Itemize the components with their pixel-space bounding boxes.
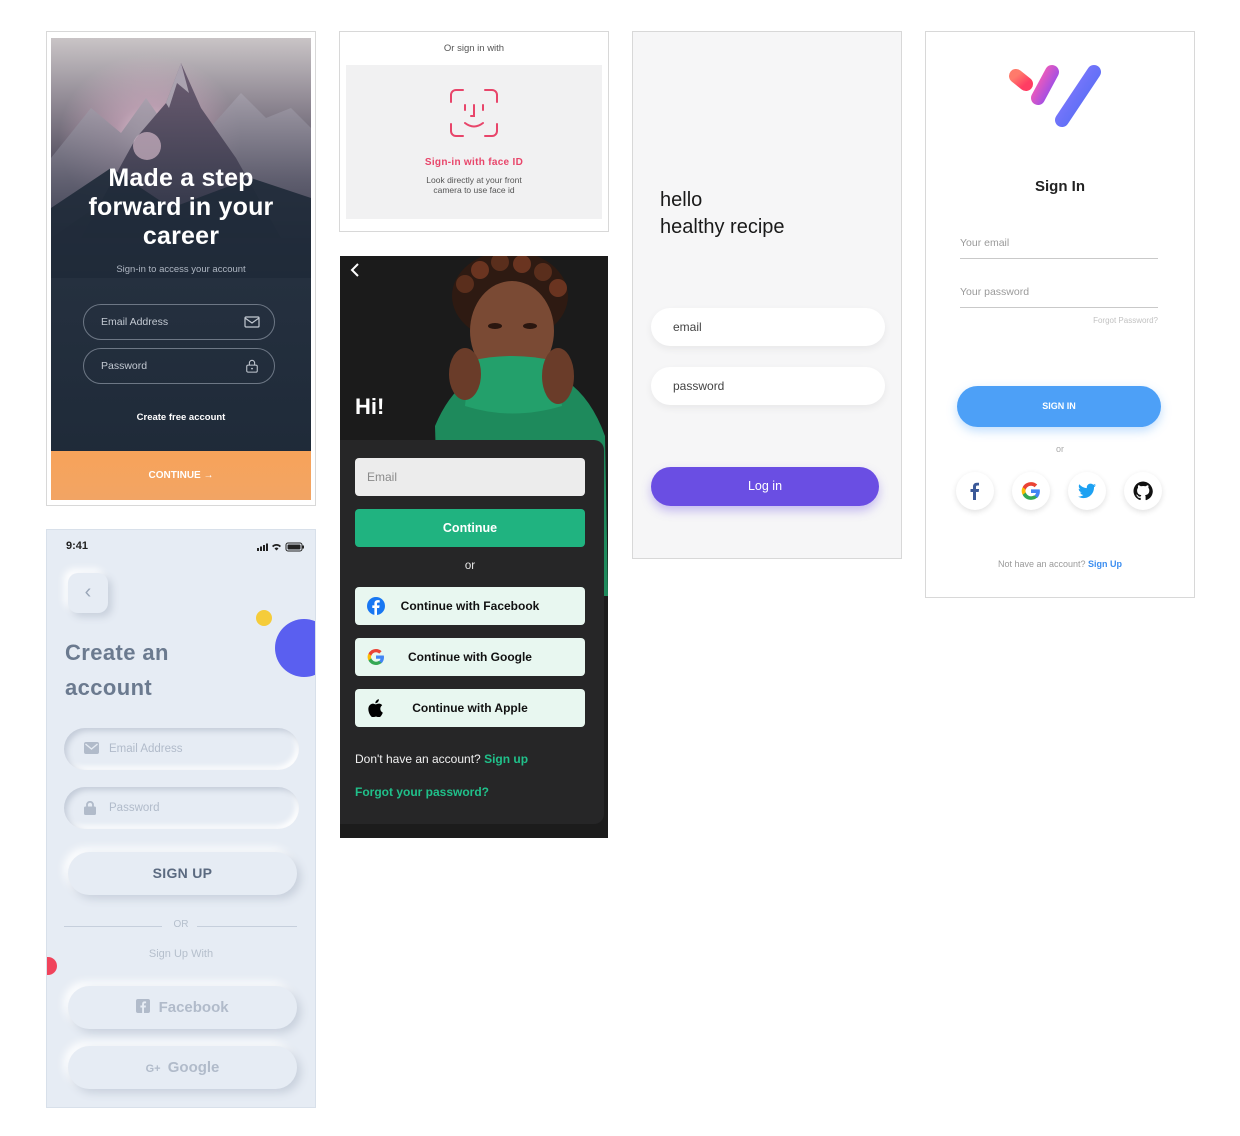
twitter-button[interactable]: [1068, 472, 1106, 510]
password-field[interactable]: Password: [83, 348, 275, 384]
login-button[interactable]: Log in: [651, 467, 879, 506]
face-id-description-line1: Look directly at your front: [426, 175, 522, 185]
face-id-button[interactable]: Sign-in with face ID Look directly at yo…: [346, 65, 602, 219]
signup-prompt: Not have an account? Sign Up: [926, 559, 1194, 569]
mail-icon: [84, 742, 99, 754]
title-line2: account: [65, 675, 153, 700]
continue-apple-button[interactable]: Continue with Apple: [355, 689, 585, 727]
apple-label: Continue with Apple: [412, 701, 528, 715]
career-signin-screen: Made a step forward in your career Sign-…: [46, 31, 316, 506]
email-placeholder: Email Address: [109, 743, 183, 755]
sign-in-button[interactable]: SIGN IN: [957, 386, 1161, 427]
greeting-title: Hi!: [355, 394, 385, 419]
title-line1: Create an: [65, 640, 169, 665]
page-title: Sign In: [1035, 178, 1085, 195]
page-title: Create an account: [65, 635, 169, 705]
career-headline: Made a step forward in your career: [88, 164, 274, 250]
signup-prompt: Don't have an account? Sign up: [355, 752, 528, 766]
sign-up-link[interactable]: Sign up: [484, 752, 528, 766]
career-subtitle: Sign-in to access your account: [116, 264, 246, 275]
apple-icon: [368, 699, 383, 717]
lock-icon: [84, 801, 96, 815]
continue-button[interactable]: Continue: [355, 509, 585, 547]
password-field[interactable]: Your password: [960, 283, 1158, 308]
continue-facebook-button[interactable]: Continue with Facebook: [355, 587, 585, 625]
hi-form-panel: Email Continue or Continue with Facebook…: [340, 440, 604, 824]
face-id-description-line2: camera to use face id: [433, 185, 515, 195]
google-label: Continue with Google: [408, 650, 532, 664]
facebook-button[interactable]: [956, 472, 994, 510]
email-field[interactable]: email: [651, 308, 885, 346]
no-account-text: Don't have an account?: [355, 752, 481, 766]
or-divider: or: [464, 560, 476, 572]
facebook-label: Continue with Facebook: [400, 599, 540, 613]
email-field[interactable]: Your email: [960, 234, 1158, 259]
facebook-icon: [367, 597, 385, 615]
email-field[interactable]: Email Address: [64, 728, 299, 770]
sign-up-button[interactable]: SIGN UP: [68, 852, 297, 895]
mail-icon: [244, 316, 260, 328]
forgot-password-link[interactable]: Forgot your password?: [355, 785, 489, 799]
no-account-text: Not have an account?: [997, 559, 1086, 569]
google-plus-icon: G+: [145, 1063, 161, 1075]
face-id-panel: Or sign in with Sign-in with face ID Loo…: [339, 31, 609, 232]
or-divider: or: [1055, 444, 1064, 454]
face-id-title: Sign-in with face ID: [424, 157, 524, 168]
create-account-screen: 9:41 ‹ Create an account Email Address P…: [46, 529, 316, 1108]
email-placeholder: Email Address: [101, 316, 169, 328]
password-field[interactable]: Password: [64, 787, 299, 829]
face-id-description: Look directly at your front camera to us…: [346, 175, 602, 195]
email-field[interactable]: Email: [355, 458, 585, 496]
twitter-icon: [1077, 483, 1096, 499]
google-icon: [1021, 482, 1040, 500]
google-button[interactable]: [1012, 472, 1050, 510]
facebook-icon: [970, 482, 980, 500]
recipe-greeting-line1: hello: [660, 189, 703, 211]
github-button[interactable]: [1124, 472, 1162, 510]
recipe-login-screen: hello healthy recipe email password Log …: [632, 31, 902, 559]
lock-icon: [246, 359, 258, 373]
continue-google-button[interactable]: Continue with Google: [355, 638, 585, 676]
face-id-icon: [450, 89, 498, 137]
status-icons: [257, 542, 304, 552]
facebook-label: Facebook: [158, 999, 229, 1016]
decorative-circle-blue: [275, 619, 315, 677]
career-background: Made a step forward in your career Sign-…: [51, 38, 311, 500]
facebook-icon: [136, 999, 151, 1013]
or-divider: OR: [173, 919, 189, 930]
sign-up-with-label: Sign Up With: [148, 948, 214, 960]
password-placeholder: Password: [101, 360, 148, 372]
google-icon: [367, 649, 384, 665]
github-icon: [1133, 481, 1153, 501]
signin-screen: Sign In Your email Your password Forgot …: [925, 31, 1195, 598]
recipe-greeting: hello healthy recipe: [660, 187, 785, 241]
email-field[interactable]: Email Address: [83, 304, 275, 340]
password-field[interactable]: password: [651, 367, 885, 405]
recipe-greeting-line2: healthy recipe: [660, 216, 785, 238]
facebook-signup-button[interactable]: Facebook: [68, 986, 297, 1029]
sign-up-link[interactable]: Sign Up: [1088, 559, 1122, 569]
forgot-password-link[interactable]: Forgot Password?: [1093, 316, 1158, 325]
back-button[interactable]: ‹: [68, 573, 108, 613]
brand-logo: [1009, 65, 1101, 127]
chevron-left-icon: ‹: [84, 581, 92, 603]
back-icon[interactable]: [348, 262, 362, 278]
hi-signin-screen: Hi! Email Continue or Continue with Face…: [340, 256, 608, 838]
google-label: Google: [167, 1059, 220, 1076]
password-placeholder: Password: [109, 802, 160, 814]
continue-button[interactable]: CONTINUE →: [51, 451, 311, 500]
google-signup-button[interactable]: G+ Google: [68, 1046, 297, 1089]
status-time: 9:41: [66, 540, 89, 552]
or-sign-in-label: Or sign in with: [443, 43, 505, 54]
decorative-dot-yellow: [256, 610, 272, 626]
create-account-link[interactable]: Create free account: [51, 412, 311, 423]
